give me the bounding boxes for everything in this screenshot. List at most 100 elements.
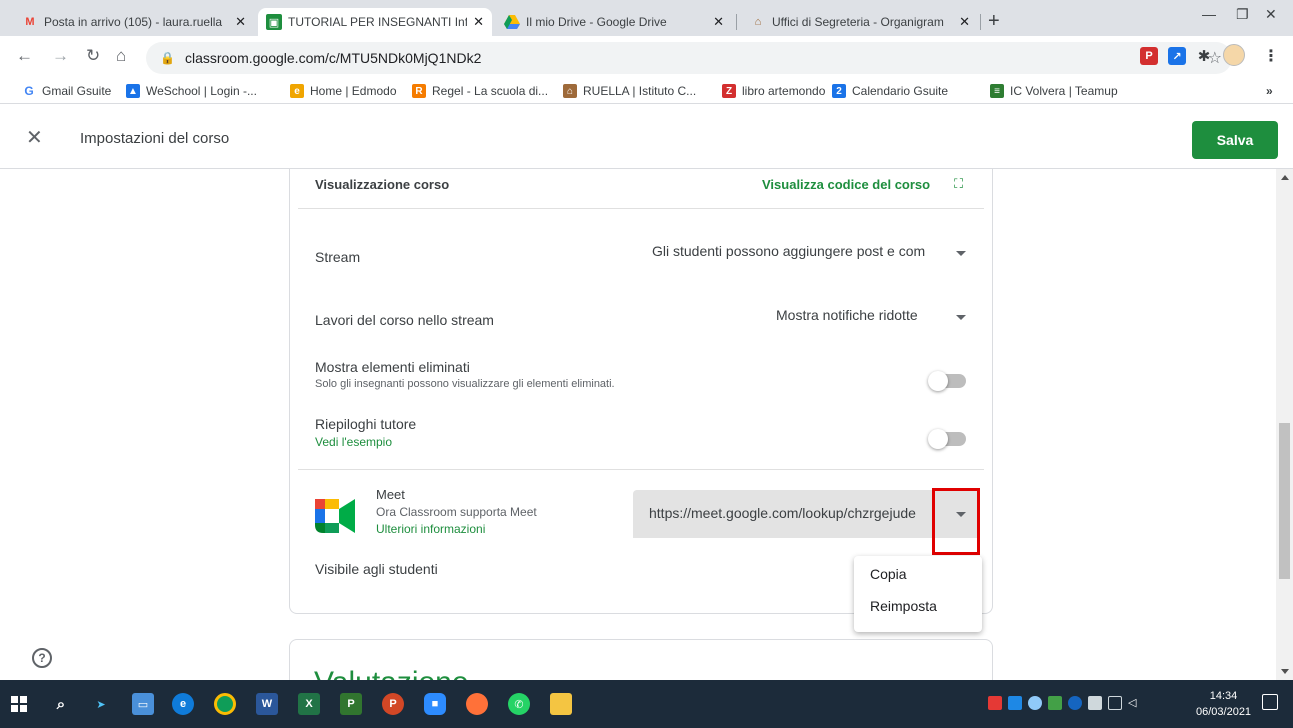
app-icon[interactable]: ➤ — [90, 693, 112, 715]
bookmark-label: Regel - La scuola di... — [432, 84, 549, 98]
network-icon[interactable] — [1108, 696, 1122, 710]
settings-header: ✕ Impostazioni del corso Salva — [0, 105, 1293, 169]
tray-icon[interactable] — [1008, 696, 1022, 710]
bookmark-label: WeSchool | Login -... — [146, 84, 257, 98]
edit-extension-icon[interactable]: ↗ — [1168, 47, 1186, 65]
tab-segreteria[interactable]: ⌂ Uffici di Segreteria - Organigram ✕ — [742, 8, 978, 36]
pdf-extension-icon[interactable]: P — [1140, 47, 1158, 65]
back-icon[interactable]: ← — [16, 46, 33, 66]
bookmark-calendar[interactable]: 2 Calendario Gsuite — [832, 84, 948, 98]
volume-icon[interactable]: ◁ — [1128, 696, 1142, 710]
grading-title: Valutazione — [314, 666, 469, 680]
forward-icon[interactable]: → — [52, 46, 69, 66]
meet-description: Ora Classroom supporta Meet — [376, 505, 537, 519]
file-explorer-icon[interactable] — [550, 693, 572, 715]
new-tab-button[interactable]: + — [988, 10, 1000, 33]
tab-classroom[interactable]: ▣ TUTORIAL PER INSEGNANTI Infan ✕ — [258, 8, 492, 36]
restore-button[interactable]: ❐ — [1236, 6, 1249, 23]
tray-icon[interactable] — [988, 696, 1002, 710]
profile-avatar[interactable] — [1223, 44, 1245, 66]
bookmark-edmodo[interactable]: e Home | Edmodo — [290, 84, 397, 98]
close-window-button[interactable]: ✕ — [1265, 6, 1277, 23]
learn-more-link[interactable]: Ulteriori informazioni — [376, 522, 537, 536]
tab-title: Il mio Drive - Google Drive — [526, 15, 667, 29]
scrollbar-thumb[interactable] — [1279, 423, 1290, 579]
word-icon[interactable]: W — [256, 693, 278, 715]
general-settings-card: Visualizzazione corso Visualizza codice … — [289, 169, 993, 614]
divider — [298, 208, 984, 209]
view-course-code-link[interactable]: Visualizza codice del corso — [762, 177, 930, 192]
stream-select[interactable]: Gli studenti possono aggiungere post e c… — [652, 243, 942, 259]
powerpoint-icon[interactable]: P — [382, 693, 404, 715]
minimize-button[interactable]: — — [1202, 6, 1216, 22]
menu-item-copy[interactable]: Copia — [854, 566, 982, 598]
bookmark-label: RUELLA | Istituto C... — [583, 84, 697, 98]
save-button[interactable]: Salva — [1192, 121, 1278, 159]
zoom-icon[interactable]: ■ — [424, 693, 446, 715]
tab-title: Posta in arrivo (105) - laura.ruella — [44, 15, 223, 29]
extensions-puzzle-icon[interactable]: ✱ — [1195, 47, 1213, 65]
edge-icon[interactable]: e — [172, 693, 194, 715]
tray-icon[interactable] — [1028, 696, 1042, 710]
bookmark-gmail-gsuite[interactable]: G Gmail Gsuite — [22, 84, 111, 98]
bookmark-teamup[interactable]: ≡ IC Volvera | Teamup — [990, 84, 1118, 98]
bookmark-weschool[interactable]: ▲ WeSchool | Login -... — [126, 84, 257, 98]
lock-icon: 🔒 — [160, 51, 175, 65]
system-clock[interactable]: 14:34 06/03/2021 — [1196, 688, 1251, 720]
bookmark-label: Home | Edmodo — [310, 84, 397, 98]
close-tab-icon[interactable]: ✕ — [713, 14, 724, 30]
deleted-items-description: Solo gli insegnanti possono visualizzare… — [315, 378, 615, 390]
app-icon[interactable]: ▭ — [132, 693, 154, 715]
bookmark-regel[interactable]: R Regel - La scuola di... — [412, 84, 548, 98]
close-tab-icon[interactable]: ✕ — [959, 14, 970, 30]
address-bar[interactable]: 🔒 classroom.google.com/c/MTU5NDk0MjQ1NDk… — [146, 42, 1232, 74]
scroll-down-icon[interactable] — [1281, 669, 1289, 674]
bookmark-label: Calendario Gsuite — [852, 84, 949, 98]
clock-time: 14:34 — [1209, 690, 1238, 702]
whatsapp-icon[interactable]: ✆ — [508, 693, 530, 715]
bookmark-artemondo[interactable]: Zlibro artemondo — [722, 84, 825, 98]
guardian-summaries-row: Riepiloghi tutore Vedi l'esempio — [315, 416, 967, 449]
close-tab-icon[interactable]: ✕ — [473, 14, 484, 30]
classwork-select[interactable]: Mostra notifiche ridotte — [776, 307, 918, 323]
bookmarks-more[interactable]: » — [1266, 84, 1273, 98]
chevron-down-icon[interactable] — [956, 251, 966, 256]
bookmark-ruella[interactable]: ⌂ RUELLA | Istituto C... — [563, 84, 696, 98]
close-icon[interactable]: ✕ — [26, 125, 43, 150]
publisher-icon[interactable]: P — [340, 693, 362, 715]
deleted-items-toggle[interactable] — [928, 371, 966, 391]
see-example-link[interactable]: Vedi l'esempio — [315, 435, 967, 449]
tab-gmail[interactable]: M Posta in arrivo (105) - laura.ruella ✕ — [14, 8, 254, 36]
help-icon[interactable]: ? — [32, 648, 52, 668]
deleted-items-label: Mostra elementi eliminati — [315, 359, 470, 375]
meet-link-field[interactable]: https://meet.google.com/lookup/chzrgejud… — [633, 490, 978, 538]
bookmark-label: IC Volvera | Teamup — [1010, 84, 1118, 98]
scroll-up-icon[interactable] — [1281, 175, 1289, 180]
tab-drive[interactable]: Il mio Drive - Google Drive ✕ — [496, 8, 732, 36]
toggle-knob — [928, 371, 948, 391]
bluetooth-icon[interactable] — [1068, 696, 1082, 710]
meet-label: Meet — [376, 487, 405, 502]
chrome-icon[interactable] — [214, 693, 236, 715]
windows-start-icon[interactable] — [8, 693, 30, 715]
fullscreen-icon[interactable]: ⛶ — [954, 176, 963, 192]
classroom-icon: ▣ — [266, 14, 282, 30]
cloud-icon[interactable] — [1088, 696, 1102, 710]
guardian-summaries-toggle[interactable] — [928, 429, 966, 449]
school-icon: ⌂ — [563, 84, 577, 98]
menu-item-reset[interactable]: Reimposta — [854, 598, 982, 630]
excel-icon[interactable]: X — [298, 693, 320, 715]
menu-kebab-icon[interactable]: ⋮ — [1262, 47, 1280, 65]
reload-icon[interactable]: ↻ — [86, 46, 100, 66]
search-icon[interactable]: ⌕ — [50, 693, 72, 715]
home-icon[interactable]: ⌂ — [116, 46, 126, 66]
scrollbar[interactable] — [1276, 169, 1293, 680]
edmodo-icon: e — [290, 84, 304, 98]
chevron-down-icon[interactable] — [956, 315, 966, 320]
close-tab-icon[interactable]: ✕ — [235, 14, 246, 30]
calendar-icon: 2 — [832, 84, 846, 98]
tray-icon[interactable] — [1048, 696, 1062, 710]
regel-icon: R — [412, 84, 426, 98]
notifications-icon[interactable] — [1262, 694, 1278, 710]
firefox-icon[interactable] — [466, 693, 488, 715]
